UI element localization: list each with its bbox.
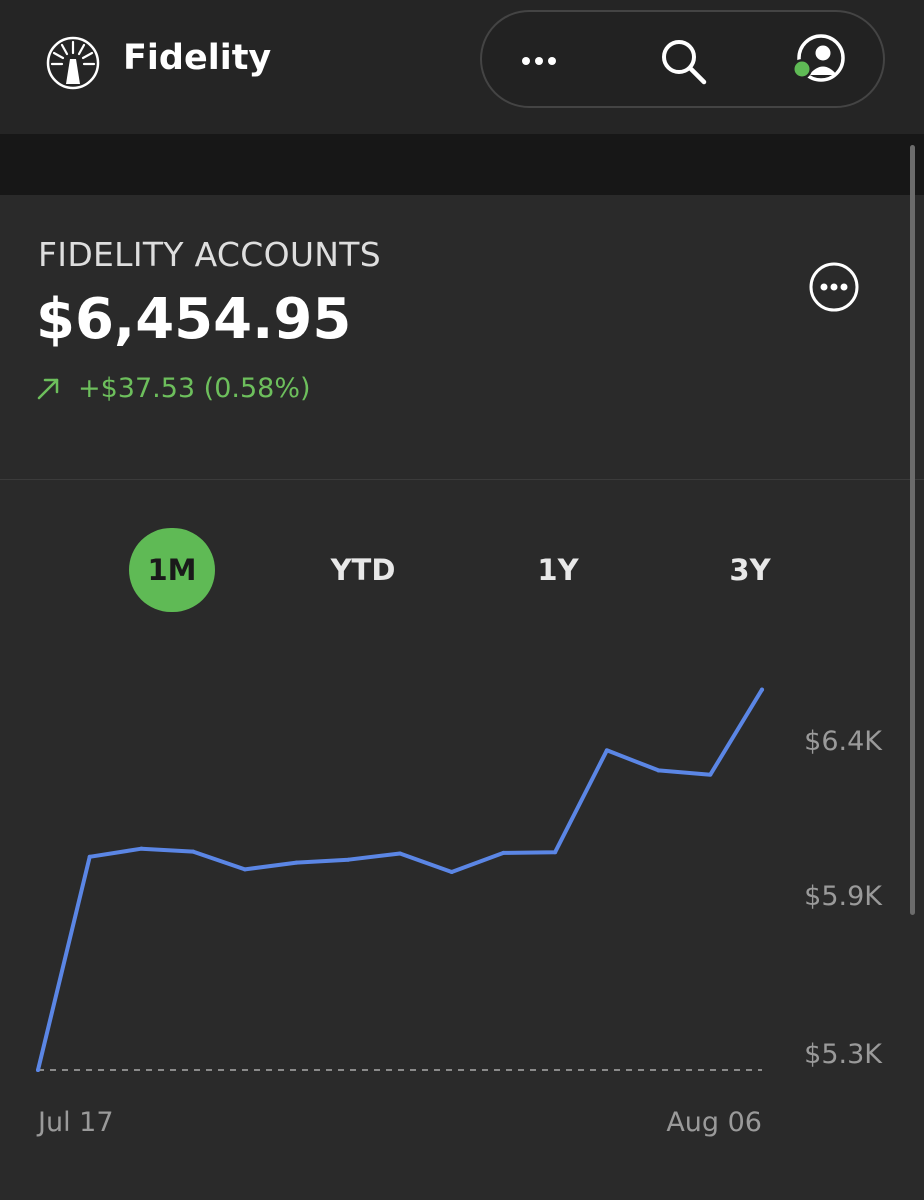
data-point: [139, 846, 144, 851]
brand-name: Fidelity: [123, 38, 272, 78]
account-more-icon[interactable]: [808, 261, 860, 313]
x-tick-label: Jul 17: [36, 1107, 114, 1138]
data-point: [242, 867, 247, 872]
accounts-value: $6,454.95: [36, 287, 352, 352]
x-tick-label: Aug 06: [666, 1107, 762, 1138]
y-tick-label: $5.3K: [804, 1039, 883, 1070]
accounts-label: FIDELITY ACCOUNTS: [38, 235, 381, 274]
search-icon[interactable]: [656, 34, 710, 88]
data-point: [191, 849, 196, 854]
scrollbar[interactable]: [910, 145, 915, 915]
chart-panel: 1M YTD 1Y 3Y $6.4K $5.9K $5.3K Jul 17 Au…: [0, 480, 924, 1200]
fidelity-logo-icon[interactable]: [46, 36, 100, 90]
data-point: [36, 1068, 40, 1072]
data-point: [87, 854, 92, 859]
change-value: +$37.53 (0.58%): [78, 373, 311, 404]
data-point: [346, 857, 351, 862]
change-row: +$37.53 (0.58%): [36, 373, 311, 404]
data-point: [553, 850, 558, 855]
trend-up-arrow-icon: [37, 378, 59, 400]
y-tick-label: $5.9K: [804, 881, 883, 912]
account-summary[interactable]: FIDELITY ACCOUNTS $6,454.95 +$37.53 (0.5…: [0, 195, 924, 480]
data-point: [449, 870, 454, 875]
data-point: [760, 687, 764, 692]
profile-icon[interactable]: [792, 34, 846, 88]
data-point: [708, 772, 713, 777]
data-point: [398, 851, 402, 856]
data-point: [604, 748, 609, 753]
data-point: [656, 768, 661, 773]
status-dot: [794, 61, 810, 77]
balance-chart: $6.4K $5.9K $5.3K Jul 17 Aug 06: [36, 687, 883, 1138]
banner-strip: [0, 134, 924, 195]
top-bar: Fidelity: [0, 0, 924, 134]
series-line: [36, 687, 764, 1072]
data-point: [294, 860, 299, 865]
data-point: [501, 850, 506, 855]
y-tick-label: $6.4K: [804, 726, 883, 757]
more-icon[interactable]: [512, 34, 566, 88]
header-actions: [480, 10, 885, 108]
